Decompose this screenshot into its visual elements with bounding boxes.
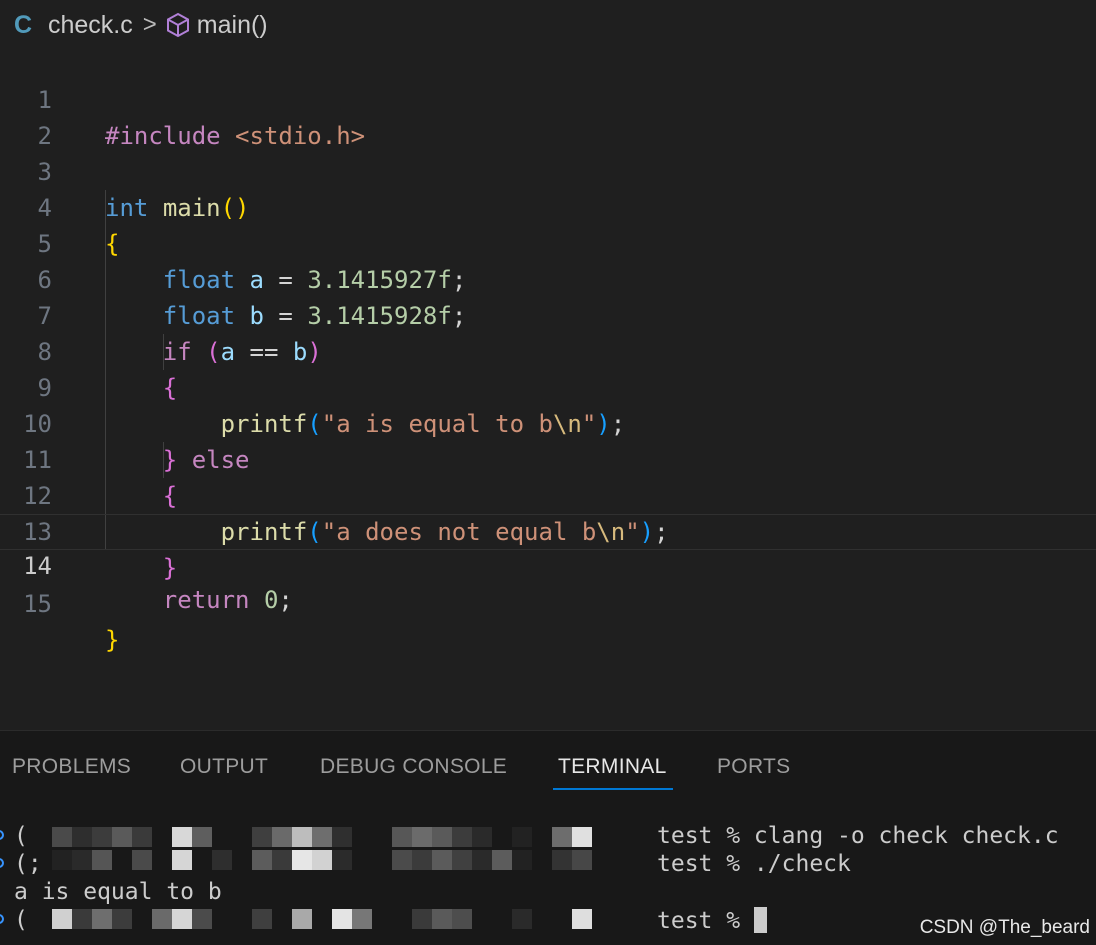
tab-output[interactable]: OUTPUT — [180, 755, 268, 779]
line-number: 15 — [23, 590, 52, 618]
chevron-right-icon: > — [142, 11, 157, 38]
code-line: 1 #include <stdio.h> — [0, 46, 1096, 150]
redacted-mosaic — [52, 909, 592, 929]
bottom-panel: PROBLEMS OUTPUT DEBUG CONSOLE TERMINAL P… — [0, 730, 1096, 945]
code-line: 6 float b = 3.1415928f; — [0, 226, 1096, 330]
c-file-icon: C — [14, 10, 33, 39]
terminal-cursor — [753, 907, 767, 933]
code-line: 4 { — [0, 154, 1096, 258]
breadcrumb: C check.c > main() — [0, 0, 1096, 50]
terminal-output: a is equal to b — [14, 879, 222, 905]
token: } — [105, 626, 120, 654]
terminal-command: test % clang -o check check.c — [657, 823, 1059, 849]
code-line: 12 printf("a does not equal b\n"); — [0, 442, 1096, 546]
breadcrumb-file[interactable]: check.c — [48, 11, 133, 40]
command-status-icon — [0, 914, 4, 924]
redacted-mosaic — [52, 850, 592, 870]
terminal-prompt: test % — [657, 907, 767, 934]
terminal-prompt-prefix: ( — [14, 823, 28, 849]
tab-ports[interactable]: PORTS — [717, 755, 790, 779]
terminal-command: test % — [657, 908, 754, 934]
terminal-prompt-prefix: (; — [14, 851, 42, 877]
code-line: 15 } — [0, 550, 1096, 654]
tab-debug-console[interactable]: DEBUG CONSOLE — [320, 755, 507, 779]
token: return — [162, 586, 250, 614]
code-line: 13 } — [0, 478, 1096, 582]
active-tab-indicator — [553, 788, 673, 790]
code-line: 8 { — [0, 298, 1096, 402]
tab-terminal[interactable]: TERMINAL — [558, 755, 667, 779]
code-line: 10 } else — [0, 370, 1096, 474]
breadcrumb-symbol[interactable]: main() — [197, 11, 268, 40]
command-status-icon — [0, 858, 4, 868]
symbol-method-icon — [165, 12, 191, 38]
redacted-mosaic — [52, 827, 592, 847]
code-line: 2 — [0, 82, 1096, 150]
code-line: 9 printf("a is equal to b\n"); — [0, 334, 1096, 438]
code-line: 5 float a = 3.1415927f; — [0, 190, 1096, 294]
token: 0 — [263, 586, 279, 614]
code-area[interactable]: 1 #include <stdio.h> 2 3 int main() 4 { … — [0, 46, 1096, 654]
code-line: 3 int main() — [0, 118, 1096, 222]
command-status-icon — [0, 830, 4, 840]
tab-problems[interactable]: PROBLEMS — [12, 755, 131, 779]
terminal-prompt-prefix: ( — [14, 907, 28, 933]
token: ; — [278, 586, 293, 614]
watermark: CSDN @The_beard — [919, 917, 1090, 938]
code-line-current: 14 return 0; — [0, 514, 1096, 614]
panel-tabs: PROBLEMS OUTPUT DEBUG CONSOLE TERMINAL P… — [0, 731, 1096, 793]
terminal-command: test % ./check — [657, 851, 851, 877]
editor: C check.c > main() 1 #include <stdio.h> … — [0, 0, 1096, 730]
code-line: 11 { — [0, 406, 1096, 510]
code-line: 7 if (a == b) — [0, 262, 1096, 366]
